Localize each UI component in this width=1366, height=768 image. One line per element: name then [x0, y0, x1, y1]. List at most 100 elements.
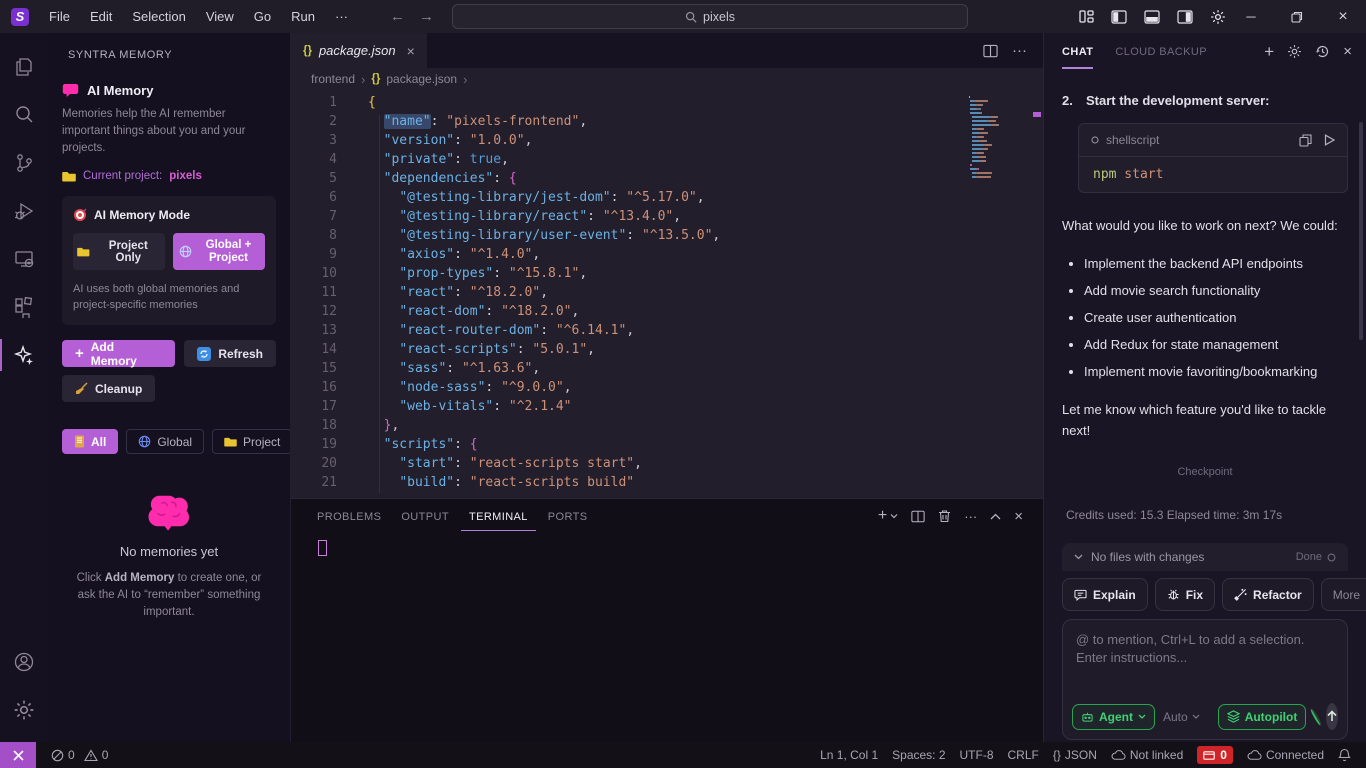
code-line[interactable]: 3 "version": "1.0.0",: [291, 131, 1043, 150]
tab-terminal[interactable]: TERMINAL: [461, 502, 536, 531]
problems-status[interactable]: 0 0: [44, 742, 115, 768]
toggle-sidebar-icon[interactable]: [1111, 10, 1127, 24]
code-line[interactable]: 13 "react-router-dom": "^6.14.1",: [291, 321, 1043, 340]
code-snippet[interactable]: npm start: [1079, 157, 1347, 192]
chat-scrollbar[interactable]: [1359, 122, 1363, 340]
send-button[interactable]: [1326, 703, 1338, 730]
code-line[interactable]: 12 "react-dom": "^18.2.0",: [291, 302, 1043, 321]
menu-go[interactable]: Go: [245, 6, 280, 27]
tab-close-icon[interactable]: ×: [407, 43, 415, 59]
search-sidebar-icon[interactable]: [0, 91, 48, 139]
refactor-button[interactable]: Refactor: [1222, 578, 1314, 611]
global-project-button[interactable]: Global + Project: [173, 233, 265, 270]
chat-input-box[interactable]: @ to mention, Ctrl+L to add a selection.…: [1062, 619, 1348, 740]
autopilot-button[interactable]: Autopilot: [1218, 704, 1307, 730]
cloud-link-status[interactable]: Not linked: [1104, 742, 1190, 768]
code-line[interactable]: 17 "web-vitals": "^2.1.4": [291, 397, 1043, 416]
menu-file[interactable]: File: [40, 6, 79, 27]
close-chat-icon[interactable]: ×: [1343, 43, 1352, 60]
window-minimize-button[interactable]: ─: [1228, 0, 1274, 33]
remote-explorer-icon[interactable]: [0, 235, 48, 283]
split-terminal-icon[interactable]: [911, 510, 925, 523]
ai-memory-sidebar-icon[interactable]: [0, 331, 48, 379]
breadcrumb-folder[interactable]: frontend: [311, 72, 355, 86]
close-panel-icon[interactable]: ×: [1014, 508, 1023, 525]
cleanup-button[interactable]: Cleanup: [62, 375, 155, 402]
menu-view[interactable]: View: [197, 6, 243, 27]
files-with-changes-bar[interactable]: No files with changes Done: [1062, 543, 1348, 571]
remote-indicator[interactable]: [0, 742, 36, 768]
account-icon[interactable]: [0, 638, 48, 686]
filter-project-chip[interactable]: Project: [212, 429, 291, 454]
run-debug-icon[interactable]: [0, 187, 48, 235]
encoding[interactable]: UTF-8: [953, 742, 1001, 768]
nav-forward-icon[interactable]: →: [419, 8, 434, 25]
more-button[interactable]: More: [1321, 578, 1366, 611]
project-only-button[interactable]: Project Only: [73, 233, 165, 270]
code-line[interactable]: 10 "prop-types": "^15.8.1",: [291, 264, 1043, 283]
code-line[interactable]: 4 "private": true,: [291, 150, 1043, 169]
minimap[interactable]: [969, 96, 1027, 180]
customize-layout-icon[interactable]: [1079, 9, 1094, 24]
code-line[interactable]: 9 "axios": "^1.4.0",: [291, 245, 1043, 264]
new-chat-icon[interactable]: +: [1264, 42, 1274, 62]
menu-edit[interactable]: Edit: [81, 6, 121, 27]
code-line[interactable]: 11 "react": "^18.2.0",: [291, 283, 1043, 302]
tab-package-json[interactable]: {} package.json ×: [291, 33, 427, 68]
command-search-input[interactable]: pixels: [452, 4, 968, 29]
chat-history-icon[interactable]: [1315, 44, 1330, 59]
window-close-button[interactable]: ×: [1320, 0, 1366, 33]
kill-terminal-trash-icon[interactable]: [938, 509, 951, 523]
code-line[interactable]: 20 "start": "react-scripts start",: [291, 454, 1043, 473]
run-code-icon[interactable]: [1324, 134, 1335, 146]
indentation[interactable]: Spaces: 2: [885, 742, 952, 768]
code-editor[interactable]: 1{2 "name": "pixels-frontend",3 "version…: [291, 90, 1043, 498]
source-control-icon[interactable]: [0, 139, 48, 187]
extensions-icon[interactable]: [0, 283, 48, 331]
menu-selection[interactable]: Selection: [123, 6, 194, 27]
split-editor-icon[interactable]: [983, 44, 998, 58]
code-line[interactable]: 19 "scripts": {: [291, 435, 1043, 454]
manage-gear-icon[interactable]: [0, 686, 48, 734]
tab-output[interactable]: OUTPUT: [393, 502, 457, 531]
settings-gear-icon[interactable]: [1210, 9, 1226, 25]
code-line[interactable]: 6 "@testing-library/jest-dom": "^5.17.0"…: [291, 188, 1043, 207]
toggle-panel-icon[interactable]: [1144, 10, 1160, 24]
code-line[interactable]: 16 "node-sass": "^9.0.0",: [291, 378, 1043, 397]
fix-button[interactable]: Fix: [1155, 578, 1215, 611]
copy-code-icon[interactable]: [1299, 134, 1312, 147]
code-line[interactable]: 21 "build": "react-scripts build": [291, 473, 1043, 492]
menu-run[interactable]: Run: [282, 6, 324, 27]
code-line[interactable]: 1{: [291, 93, 1043, 112]
tab-chat[interactable]: CHAT: [1062, 35, 1093, 69]
code-line[interactable]: 7 "@testing-library/react": "^13.4.0",: [291, 207, 1043, 226]
cursor-position[interactable]: Ln 1, Col 1: [813, 742, 885, 768]
chat-settings-gear-icon[interactable]: [1287, 44, 1302, 59]
language-mode[interactable]: {} JSON: [1046, 742, 1104, 768]
explain-button[interactable]: Explain: [1062, 578, 1148, 611]
refresh-button[interactable]: Refresh: [184, 340, 276, 367]
editor-more-actions-icon[interactable]: ···: [1012, 42, 1027, 59]
add-memory-button[interactable]: + Add Memory: [62, 340, 175, 367]
toggle-secondary-sidebar-icon[interactable]: [1177, 10, 1193, 24]
ports-badge[interactable]: 0: [1190, 742, 1240, 768]
notifications-bell[interactable]: [1331, 742, 1358, 768]
new-terminal-icon[interactable]: +: [878, 507, 887, 525]
code-line[interactable]: 18 },: [291, 416, 1043, 435]
window-restore-button[interactable]: [1274, 0, 1320, 33]
maximize-panel-icon[interactable]: [990, 513, 1001, 520]
code-line[interactable]: 14 "react-scripts": "5.0.1",: [291, 340, 1043, 359]
overview-ruler[interactable]: [1031, 90, 1043, 498]
agent-mode-button[interactable]: Agent: [1072, 704, 1155, 730]
model-auto-dropdown[interactable]: Auto: [1163, 710, 1200, 724]
nav-back-icon[interactable]: ←: [390, 8, 405, 25]
terminal-body[interactable]: [291, 533, 1043, 742]
code-line[interactable]: 5 "dependencies": {: [291, 169, 1043, 188]
panel-more-actions-icon[interactable]: ···: [964, 509, 977, 524]
eol-sequence[interactable]: CRLF: [1001, 742, 1046, 768]
code-line[interactable]: 2 "name": "pixels-frontend",: [291, 112, 1043, 131]
filter-all-chip[interactable]: All: [62, 429, 118, 454]
explorer-icon[interactable]: [0, 43, 48, 91]
tab-ports[interactable]: PORTS: [540, 502, 596, 531]
breadcrumb-file[interactable]: package.json: [386, 72, 457, 86]
